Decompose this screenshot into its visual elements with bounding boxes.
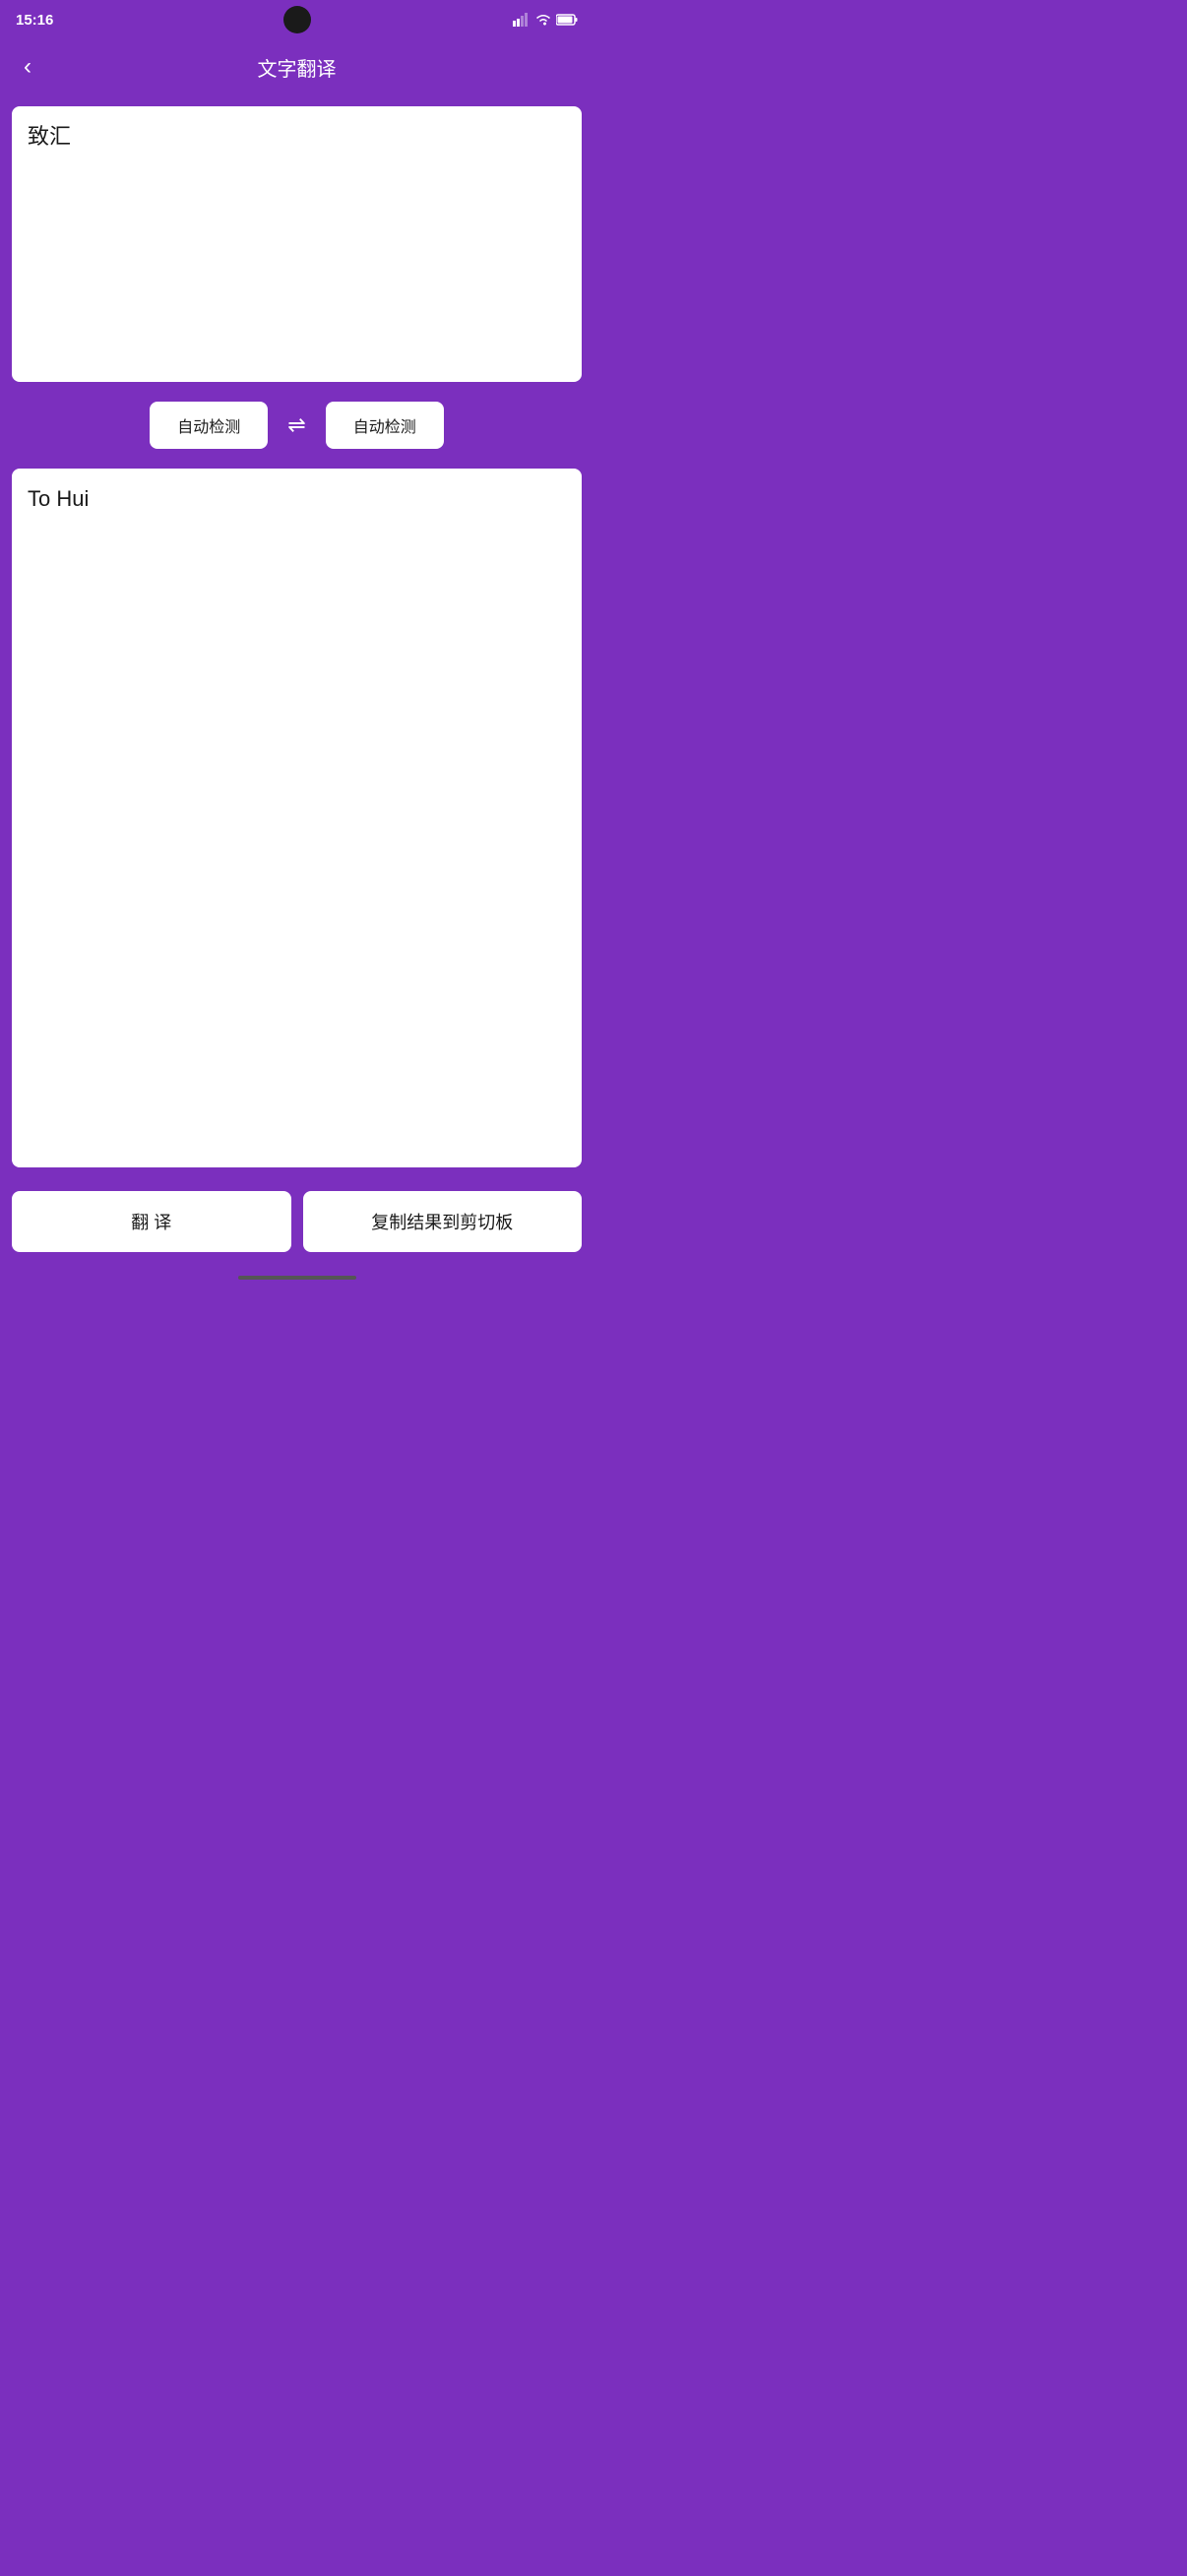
output-text: To Hui [28, 484, 566, 515]
status-bar: 15:16 [0, 0, 594, 39]
home-indicator [0, 1276, 594, 1288]
status-icons [513, 13, 578, 27]
copy-button[interactable]: 复制结果到剪切板 [303, 1191, 583, 1252]
input-section[interactable]: 致汇 [12, 106, 582, 382]
swap-icon[interactable]: ⇌ [287, 412, 305, 438]
input-text[interactable]: 致汇 [28, 122, 566, 153]
signal-icon [513, 13, 531, 27]
bottom-bar: 翻 译 复制结果到剪切板 [0, 1179, 594, 1276]
output-section: To Hui [12, 469, 582, 1167]
battery-icon [556, 14, 578, 26]
app-title: 文字翻译 [258, 53, 337, 82]
translate-button[interactable]: 翻 译 [12, 1191, 291, 1252]
camera-cutout [283, 6, 311, 33]
source-language-button[interactable]: 自动检测 [150, 402, 268, 449]
app-bar: ‹ 文字翻译 [0, 39, 594, 94]
status-time: 15:16 [16, 12, 53, 29]
language-bar: 自动检测 ⇌ 自动检测 [0, 382, 594, 469]
target-language-button[interactable]: 自动检测 [326, 402, 444, 449]
back-button[interactable]: ‹ [16, 45, 39, 89]
wifi-icon [534, 13, 552, 27]
home-bar [238, 1276, 356, 1280]
